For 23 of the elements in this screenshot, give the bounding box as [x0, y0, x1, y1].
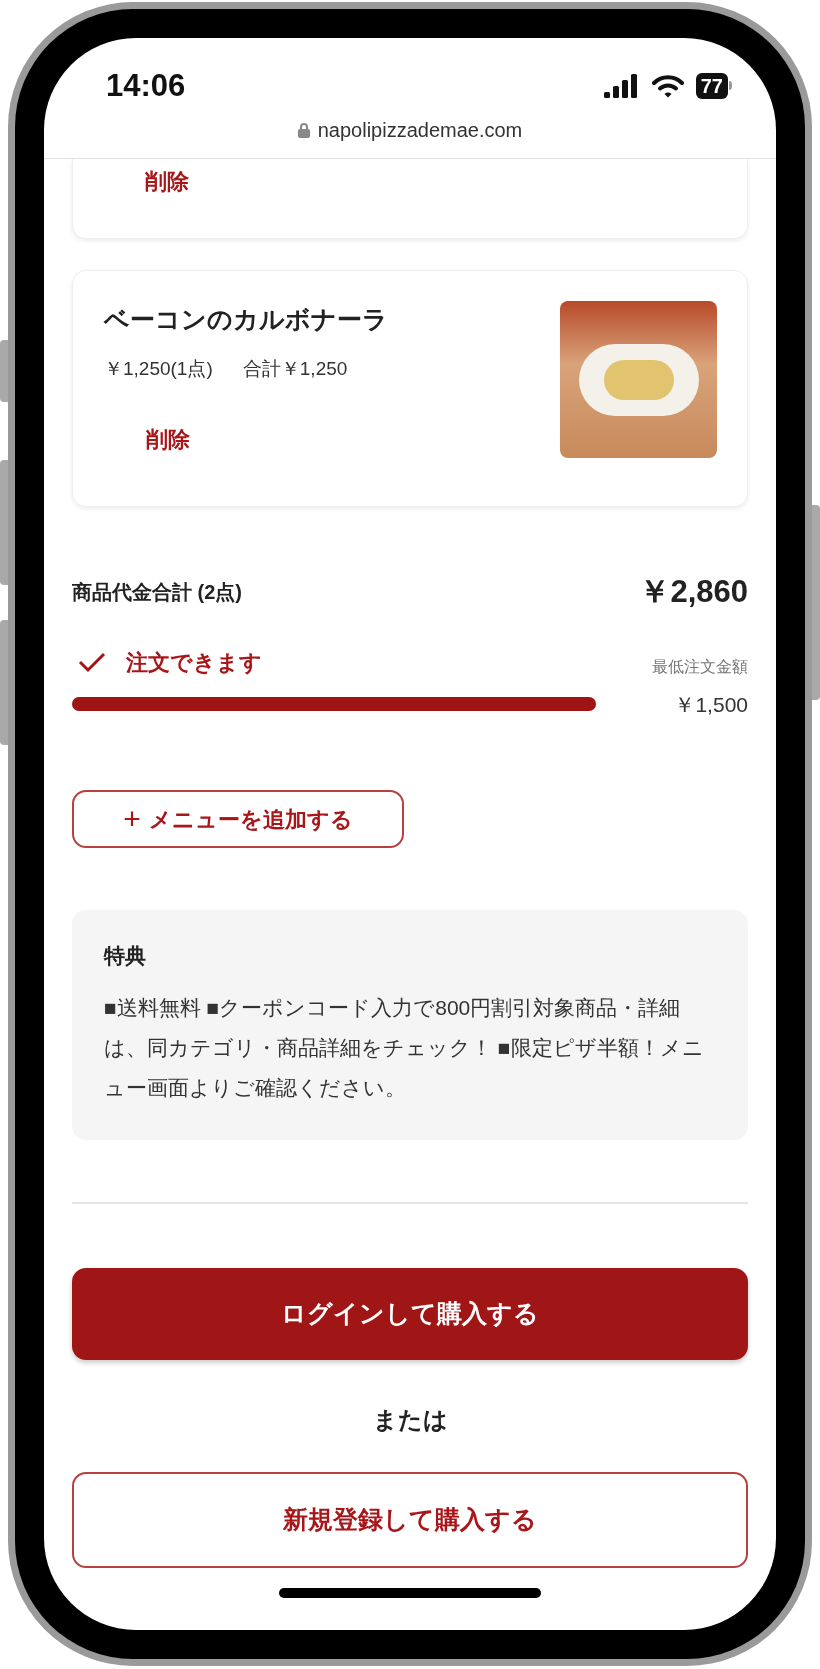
plus-icon: +	[123, 804, 141, 834]
minimum-order-amount: ￥1,500	[674, 691, 748, 718]
item-subtotal: 合計￥1,250	[242, 356, 348, 381]
benefits-title: 特典	[104, 943, 147, 969]
lock-icon	[297, 122, 310, 138]
signup-purchase-button[interactable]: 新規登録して購入する	[72, 1471, 748, 1568]
or-text: または	[372, 1404, 448, 1435]
item-name: ベーコンのカルボナーラ	[104, 304, 388, 335]
delete-button[interactable]: 削除	[146, 423, 190, 456]
benefits-text: ■送料無料 ■クーポンコード入力で800円割引対象商品・詳細は、同カテゴリ・商品詳細をチェック！ ■限定ピザ半額！メニュー画面よりご確認ください。	[104, 994, 705, 1101]
minimum-order-label: 最低注文金額	[652, 656, 748, 677]
wifi-icon	[651, 73, 684, 98]
total-label: 商品代金合計 (2点)	[72, 580, 242, 606]
delete-button[interactable]: 削除	[145, 165, 189, 198]
signal-icon	[603, 73, 640, 98]
status-time: 14:06	[106, 70, 186, 101]
battery-icon: 77	[695, 72, 728, 99]
login-purchase-button[interactable]: ログインして購入する	[72, 1267, 748, 1360]
unit-price: ￥1,250(1点)	[104, 356, 213, 381]
url-text: napolipizzademae.com	[317, 118, 523, 143]
add-menu-button[interactable]: + メニューを追加する	[72, 790, 404, 848]
order-status: 注文できます	[126, 648, 262, 677]
total-amount: ￥2,860	[639, 573, 748, 611]
